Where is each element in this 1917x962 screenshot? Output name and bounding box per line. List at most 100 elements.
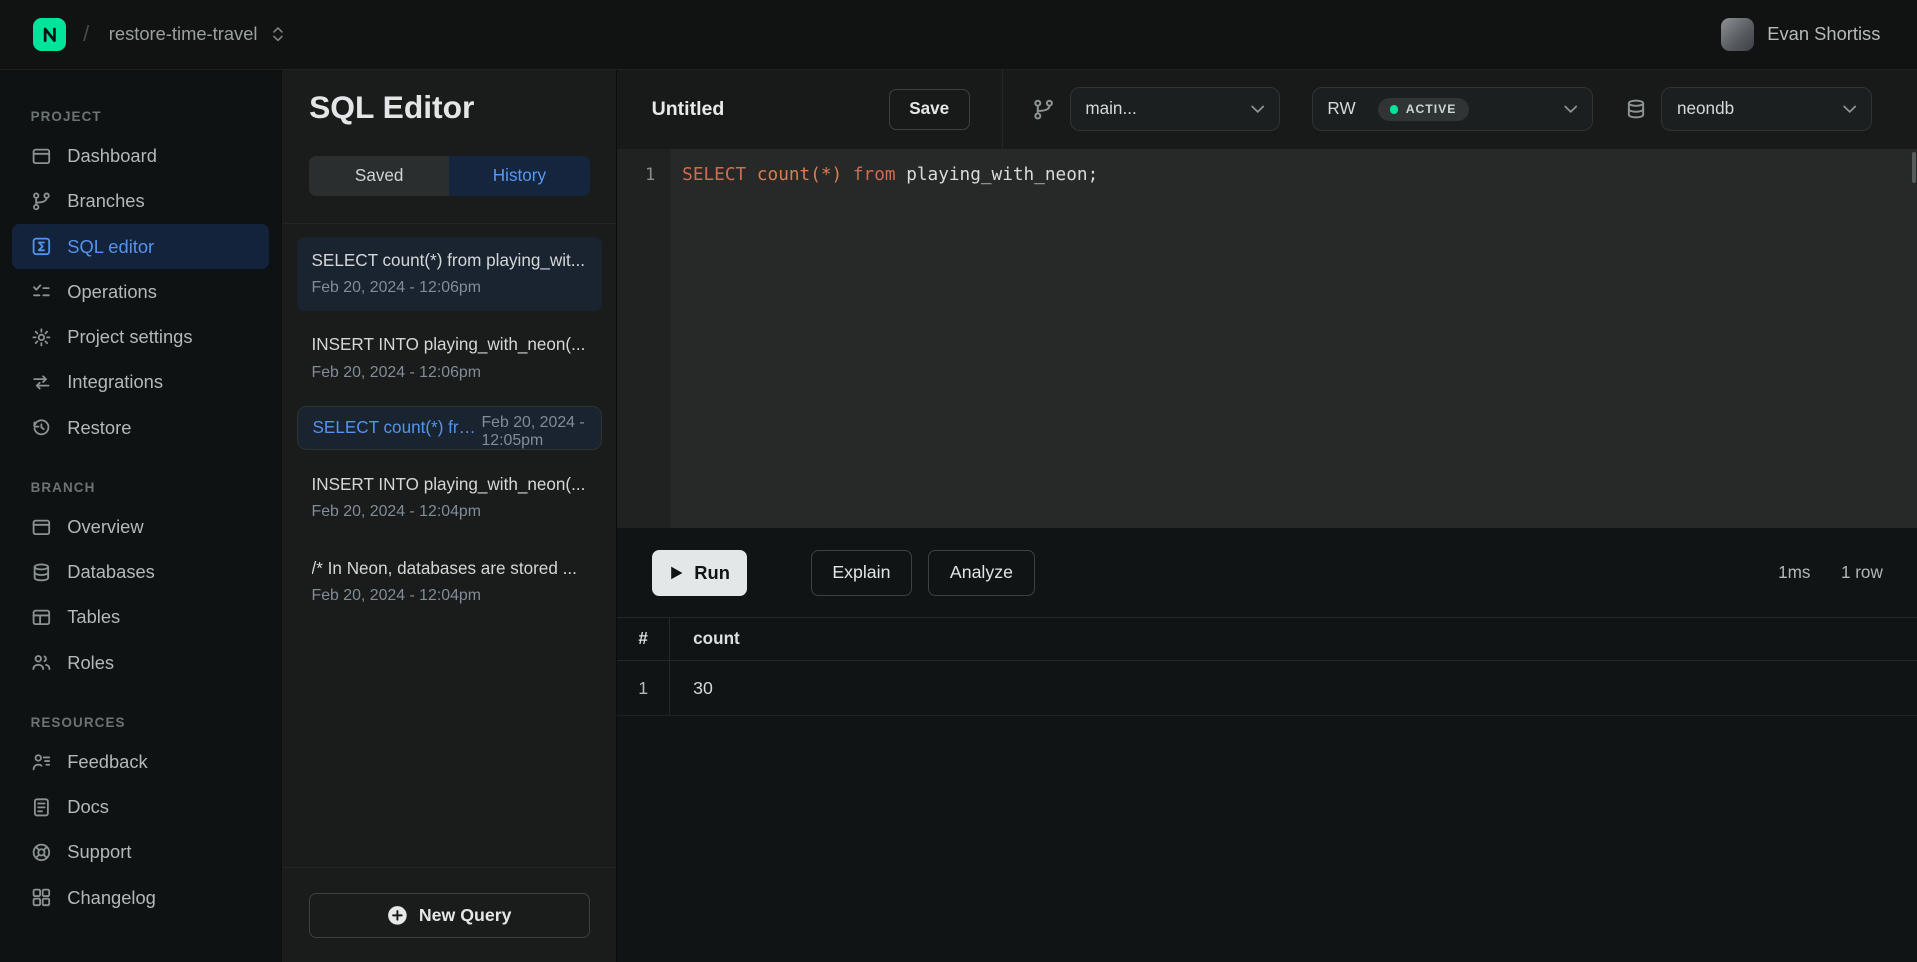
database-select[interactable]: neondb	[1661, 87, 1871, 131]
sidebar-item-label: Dashboard	[67, 145, 157, 167]
sidebar-item-databases[interactable]: Databases	[12, 550, 269, 595]
sidebar-item-operations[interactable]: Operations	[12, 269, 269, 314]
settings-icon	[31, 327, 52, 348]
sidebar-item-tables[interactable]: Tables	[12, 595, 269, 640]
code-line: SELECT count(*) from playing_with_neon;	[671, 149, 1098, 528]
sidebar-section-resources: RESOURCES Feedback Docs Support Changelo…	[0, 715, 281, 921]
section-label-project: PROJECT	[0, 109, 281, 134]
database-icon	[1625, 98, 1647, 120]
history-item[interactable]: INSERT INTO playing_with_neon(... Feb 20…	[297, 322, 602, 395]
sidebar-item-docs[interactable]: Docs	[12, 785, 269, 830]
editor-header: Untitled Save main... RW	[617, 70, 1917, 149]
history-timestamp: Feb 20, 2024 - 12:04pm	[312, 503, 588, 521]
tab-saved[interactable]: Saved	[309, 156, 449, 196]
action-bar: Run Explain Analyze 1ms 1 row	[617, 528, 1917, 617]
analyze-button[interactable]: Analyze	[928, 550, 1035, 596]
sidebar-section-branch: BRANCH Overview Databases Tables Roles	[0, 480, 281, 686]
sql-editor-icon	[31, 236, 52, 257]
history-query: /* In Neon, databases are stored ...	[312, 559, 588, 579]
sidebar-item-label: Changelog	[67, 887, 156, 909]
operations-icon	[31, 281, 52, 302]
overview-icon	[31, 517, 52, 538]
history-timestamp: Feb 20, 2024 - 12:06pm	[312, 279, 588, 297]
branch-select-value: main...	[1085, 99, 1136, 119]
sidebar-item-label: Roles	[67, 652, 114, 674]
integrations-icon	[31, 372, 52, 393]
run-label: Run	[694, 562, 730, 584]
query-stats: 1ms 1 row	[1778, 563, 1890, 583]
feedback-icon	[31, 752, 52, 773]
plus-icon	[387, 905, 408, 926]
database-select-value: neondb	[1677, 99, 1734, 119]
column-header-index: #	[617, 618, 670, 660]
count-value-cell: 30	[670, 661, 713, 715]
sidebar-item-label: Project settings	[67, 326, 192, 348]
history-item[interactable]: /* In Neon, databases are stored ... Feb…	[297, 546, 602, 619]
explain-button[interactable]: Explain	[811, 550, 913, 596]
chevron-down-icon	[1251, 105, 1264, 114]
sidebar-item-label: Feedback	[67, 751, 148, 773]
run-button[interactable]: Run	[652, 550, 747, 596]
sql-identifier: playing_with_neon;	[896, 165, 1099, 185]
breadcrumb-separator: /	[83, 21, 89, 47]
sidebar-section-project: PROJECT Dashboard Branches SQL editor Op…	[0, 109, 281, 450]
chevron-down-icon	[1843, 105, 1856, 114]
project-selector[interactable]: restore-time-travel	[106, 18, 288, 50]
support-icon	[31, 842, 52, 863]
editor-scrollbar[interactable]	[1912, 152, 1916, 184]
sidebar-item-feedback[interactable]: Feedback	[12, 739, 269, 784]
sidebar-item-dashboard[interactable]: Dashboard	[12, 134, 269, 179]
sidebar-item-label: Support	[67, 841, 131, 863]
query-duration: 1ms	[1778, 563, 1810, 583]
sidebar-item-restore[interactable]: Restore	[12, 405, 269, 450]
sidebar-item-label: Databases	[67, 561, 155, 583]
sidebar-item-roles[interactable]: Roles	[12, 640, 269, 685]
sidebar-item-changelog[interactable]: Changelog	[12, 875, 269, 920]
sidebar: PROJECT Dashboard Branches SQL editor Op…	[0, 70, 281, 962]
line-number: 1	[645, 165, 655, 185]
tab-history[interactable]: History	[449, 156, 589, 196]
neon-console: / restore-time-travel Evan Shortiss PROJ…	[0, 0, 1917, 962]
chevron-down-icon	[1564, 105, 1577, 114]
docs-icon	[31, 797, 52, 818]
history-timestamp: Feb 20, 2024 - 12:04pm	[312, 587, 588, 605]
sql-editor-panel: SQL Editor Saved History SELECT count(*)…	[281, 70, 617, 962]
history-item[interactable]: INSERT INTO playing_with_neon(... Feb 20…	[297, 461, 602, 534]
avatar	[1721, 18, 1754, 51]
history-timestamp: Feb 20, 2024 - 12:05pm	[481, 414, 586, 450]
sql-keyword: SELECT	[682, 165, 746, 185]
history-item-selected[interactable]: SELECT count(*) from playing_wit... Feb …	[297, 406, 602, 450]
saved-history-tabs: Saved History	[309, 156, 589, 196]
sidebar-item-support[interactable]: Support	[12, 830, 269, 875]
branches-icon	[31, 191, 52, 212]
neon-logo[interactable]	[33, 18, 66, 51]
status-badge-label: ACTIVE	[1406, 102, 1457, 116]
column-header-count: count	[670, 618, 740, 660]
new-query-label: New Query	[419, 905, 512, 926]
branch-icon	[1032, 98, 1055, 121]
compute-select[interactable]: RW ACTIVE	[1312, 87, 1593, 131]
sidebar-item-overview[interactable]: Overview	[12, 504, 269, 549]
tables-icon	[31, 607, 52, 628]
code-editor[interactable]: 1 SELECT count(*) from playing_with_neon…	[617, 149, 1917, 528]
topbar: / restore-time-travel Evan Shortiss	[0, 0, 1917, 70]
sidebar-item-branches[interactable]: Branches	[12, 179, 269, 224]
branch-select[interactable]: main...	[1070, 87, 1280, 131]
history-item[interactable]: SELECT count(*) from playing_wit... Feb …	[297, 237, 602, 310]
user-menu[interactable]: Evan Shortiss	[1721, 18, 1881, 51]
databases-icon	[31, 562, 52, 583]
save-button[interactable]: Save	[889, 89, 970, 129]
sidebar-item-label: Branches	[67, 190, 144, 212]
table-row: 1 30	[617, 661, 1917, 716]
new-query-button[interactable]: New Query	[309, 893, 589, 938]
play-icon	[669, 565, 684, 581]
sidebar-item-integrations[interactable]: Integrations	[12, 360, 269, 405]
query-title: Untitled	[652, 98, 725, 121]
sidebar-item-sql-editor[interactable]: SQL editor	[12, 224, 269, 269]
sidebar-item-project-settings[interactable]: Project settings	[12, 315, 269, 360]
sidebar-item-label: Docs	[67, 796, 109, 818]
sidebar-item-label: Integrations	[67, 371, 163, 393]
sidebar-item-label: SQL editor	[67, 236, 154, 258]
history-list: SELECT count(*) from playing_wit... Feb …	[282, 224, 616, 867]
changelog-icon	[31, 887, 52, 908]
